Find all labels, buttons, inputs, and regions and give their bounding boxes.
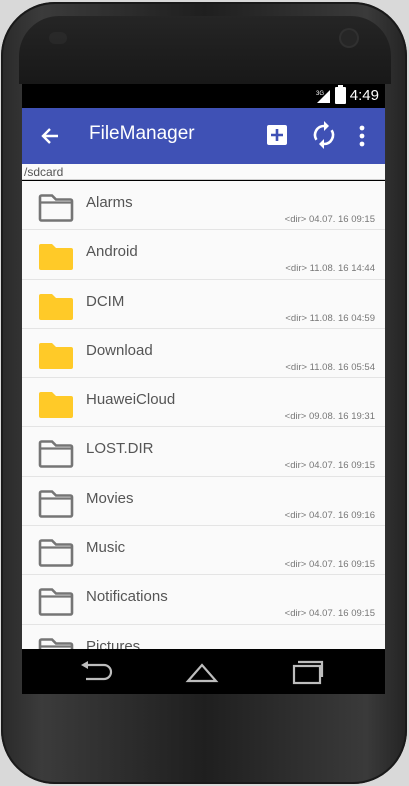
file-meta: <dir> 11.08. 16 04:59 (285, 312, 375, 324)
file-name: Music (86, 539, 126, 557)
front-camera-icon (341, 30, 357, 46)
arrow-back-icon[interactable] (34, 120, 66, 152)
nav-back-icon[interactable] (78, 661, 114, 683)
file-row[interactable]: Music <dir> 04.07. 16 09:15 (22, 526, 385, 576)
signal-icon: 3G (315, 88, 331, 104)
status-bar: 3G 4:49 (22, 84, 385, 108)
file-name: Android (86, 243, 138, 261)
nav-recents-icon[interactable] (290, 659, 326, 685)
folder-outline-icon (37, 637, 75, 649)
file-name: Notifications (86, 588, 168, 606)
folder-outline-icon (37, 538, 75, 568)
folder-outline-icon (37, 193, 75, 223)
folder-filled-icon (37, 341, 75, 371)
navigation-bar (22, 649, 385, 694)
current-path: /sdcard (22, 164, 385, 180)
file-row[interactable]: HuaweiCloud <dir> 09.08. 16 19:31 (22, 378, 385, 428)
folder-filled-icon (37, 390, 75, 420)
file-row[interactable]: Download <dir> 11.08. 16 05:54 (22, 329, 385, 379)
file-list: Alarms <dir> 04.07. 16 09:15 Android <dir> … (22, 181, 385, 649)
svg-text:3G: 3G (316, 91, 324, 97)
file-meta: <dir> 09.08. 16 19:31 (284, 411, 375, 423)
speaker-icon (49, 32, 67, 44)
file-name: HuaweiCloud (86, 391, 176, 409)
file-name: Alarms (86, 194, 133, 211)
file-meta: <dir> 11.08. 16 05:54 (285, 361, 375, 373)
nav-home-icon[interactable] (182, 661, 222, 683)
battery-icon (334, 85, 346, 104)
file-row[interactable]: DCIM <dir> 11.08. 16 04:59 (22, 280, 385, 329)
app-bar: FileManager (22, 108, 385, 164)
file-name: Movies (86, 489, 134, 507)
file-name: DCIM (86, 292, 125, 310)
file-row[interactable]: Movies <dir> 04.07. 16 09:16 (22, 477, 385, 527)
file-meta: <dir> 04.07. 16 09:15 (284, 608, 375, 620)
folder-filled-icon (37, 242, 75, 272)
file-row[interactable]: Alarms <dir> 04.07. 16 09:15 (22, 181, 385, 231)
folder-outline-icon (37, 587, 75, 617)
folder-outline-icon (37, 489, 75, 519)
more-vert-icon[interactable] (354, 122, 370, 150)
add-box-icon[interactable] (266, 124, 288, 146)
file-name: Pictures (86, 637, 141, 649)
folder-filled-icon (37, 292, 75, 322)
file-row[interactable]: Android <dir> 11.08. 16 14:44 (22, 230, 385, 280)
file-name: LOST.DIR (86, 440, 154, 458)
file-meta: <dir> 04.07. 16 09:16 (284, 509, 375, 521)
file-row[interactable]: Notifications <dir> 04.07. 16 09:15 (22, 575, 385, 625)
device-screen: 3G 4:49 FileManager /sdcard Alarms <dir>… (22, 84, 385, 694)
file-meta: <dir> 11.08. 16 14:44 (285, 263, 375, 275)
file-name: Download (86, 341, 153, 359)
file-meta: <dir> 04.07. 16 09:15 (284, 214, 375, 225)
app-title: FileManager (89, 123, 195, 144)
file-row[interactable]: LOST.DIR <dir> 04.07. 16 09:15 (22, 427, 385, 477)
file-meta: <dir> 04.07. 16 09:15 (284, 559, 375, 571)
file-row[interactable]: Pictures (22, 625, 385, 649)
phone-bezel-top (19, 16, 391, 84)
sync-icon[interactable] (311, 120, 337, 150)
file-meta: <dir> 04.07. 16 09:15 (284, 460, 375, 472)
folder-outline-icon (37, 439, 75, 469)
status-time: 4:49 (349, 87, 379, 104)
